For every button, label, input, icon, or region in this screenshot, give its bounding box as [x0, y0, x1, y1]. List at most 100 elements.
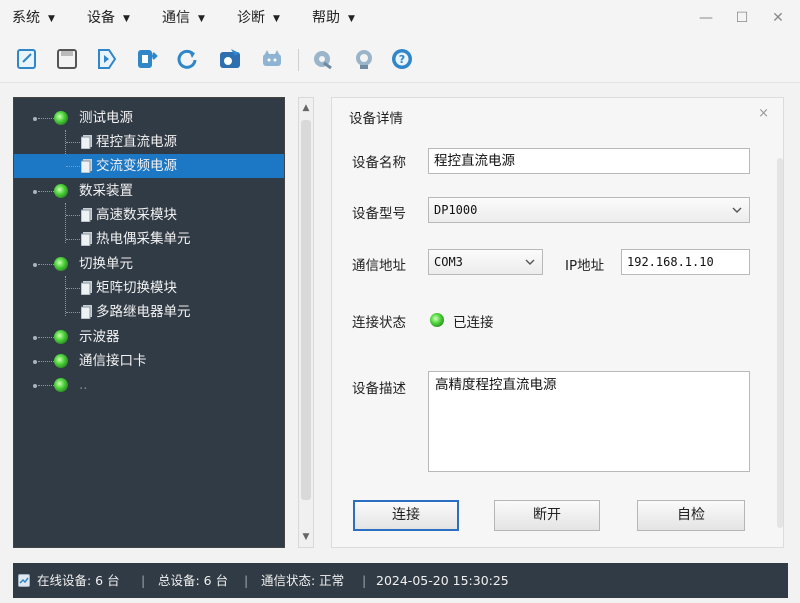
self-test-button[interactable]: 自检 [637, 500, 745, 531]
tree-connector [38, 118, 54, 119]
tree-bullet [33, 360, 37, 364]
close-window-button[interactable]: ✕ [768, 8, 788, 28]
menu-help-label: 帮助 [312, 10, 340, 26]
menu-device[interactable]: 设备 ▼ [87, 0, 130, 37]
svg-text:?: ? [399, 53, 405, 66]
tree-group-comm-card[interactable]: 通信接口卡 [14, 349, 284, 373]
ip-address-label: IP地址 [565, 258, 605, 274]
maximize-button[interactable]: ☐ [732, 8, 752, 28]
refresh-icon[interactable] [175, 47, 199, 71]
comm-address-label: 通信地址 [352, 258, 406, 274]
tree-connector [66, 215, 80, 216]
tree-node-label: 示波器 [79, 329, 120, 345]
minimize-button[interactable]: — [696, 8, 716, 28]
total-devices-count: 总设备: 6 台 [158, 573, 229, 588]
menu-bar: 系统 ▼ 设备 ▼ 通信 ▼ 诊断 ▼ 帮助 ▼ — ☐ ✕ [0, 0, 800, 37]
camera-icon[interactable] [218, 47, 242, 71]
settings-icon[interactable] [310, 47, 334, 71]
tree-node-label: 多路继电器单元 [96, 304, 191, 320]
tree-bullet [33, 336, 37, 340]
connect-button[interactable]: 连接 [353, 500, 459, 531]
device-detail-panel: 设备详情 × 设备名称 程控直流电源 设备型号 DP1000 通信地址 COM3… [331, 97, 784, 548]
toolbar-separator [298, 49, 299, 71]
tree-node-label: 数采装置 [79, 183, 133, 199]
chevron-down-icon: ▼ [48, 14, 55, 24]
device-model-select[interactable]: DP1000 [428, 197, 750, 223]
tree-connector [66, 288, 80, 289]
document-icon [81, 232, 92, 246]
tree-node-label: 矩阵切换模块 [96, 280, 177, 296]
status-led-icon [54, 111, 68, 125]
tree-item-highspeed-daq[interactable]: 高速数采模块 [14, 203, 284, 227]
device-description-textarea[interactable]: 高精度程控直流电源 [428, 371, 750, 472]
scroll-up-icon[interactable]: ▲ [299, 100, 313, 116]
online-devices-count: 在线设备: 6 台 [37, 573, 120, 588]
export-icon[interactable] [135, 47, 159, 71]
tree-node-label: 热电偶采集单元 [96, 231, 191, 247]
save-icon[interactable] [55, 47, 79, 71]
device-tree: 测试电源 程控直流电源 交流变频电源 数采装置 高速数采模块 热电偶采集单元 切… [13, 97, 285, 548]
menu-comm[interactable]: 通信 ▼ [162, 0, 205, 37]
tree-connector [38, 361, 54, 362]
device-name-label: 设备名称 [352, 155, 406, 171]
comm-port-value: COM3 [434, 255, 463, 269]
tree-group-oscilloscope[interactable]: 示波器 [14, 325, 284, 349]
tree-node-label: 高速数采模块 [96, 207, 177, 223]
menu-system[interactable]: 系统 ▼ [12, 0, 55, 37]
tree-connector [38, 264, 54, 265]
sync-icon[interactable] [352, 47, 376, 71]
connected-led-icon [430, 313, 444, 327]
panel-close-icon[interactable]: × [758, 106, 769, 121]
help-icon[interactable]: ? [390, 47, 414, 71]
tree-connector [66, 239, 80, 240]
status-separator: | [141, 573, 146, 588]
comm-status-text: 通信状态: 正常 [261, 573, 345, 588]
tree-bullet [33, 117, 37, 121]
chevron-down-icon: ▼ [198, 14, 205, 24]
tree-item-matrix-switch[interactable]: 矩阵切换模块 [14, 276, 284, 300]
document-icon [81, 208, 92, 222]
tree-group-daq[interactable]: 数采装置 [14, 179, 284, 203]
tree-scrollbar[interactable]: ▲ ▼ [298, 97, 314, 548]
tree-node-label: 通信接口卡 [79, 353, 147, 369]
status-led-icon [54, 330, 68, 344]
document-icon [81, 281, 92, 295]
status-timestamp: 2024-05-20 15:30:25 [376, 573, 509, 588]
new-icon[interactable] [15, 47, 39, 71]
menu-diagnose[interactable]: 诊断 ▼ [237, 0, 280, 37]
tree-node-label: .. [79, 377, 88, 393]
device-model-value: DP1000 [434, 203, 478, 217]
scrollbar-thumb[interactable] [301, 120, 311, 500]
document-icon [81, 135, 92, 149]
tree-group-switch[interactable]: 切换单元 [14, 252, 284, 276]
document-icon [81, 305, 92, 319]
tree-group-test-power[interactable]: 测试电源 [14, 106, 284, 130]
panel-scrollbar[interactable] [777, 158, 783, 528]
tree-bullet [33, 384, 37, 388]
chevron-down-icon: ▼ [273, 14, 280, 24]
tree-item-dc-power[interactable]: 程控直流电源 [14, 130, 284, 154]
device-icon[interactable] [260, 47, 284, 71]
run-icon[interactable] [95, 47, 119, 71]
tree-node-label: 测试电源 [79, 110, 133, 126]
menu-help[interactable]: 帮助 ▼ [312, 0, 355, 37]
panel-title: 设备详情 [349, 111, 403, 127]
tree-item-relay-unit[interactable]: 多路继电器单元 [14, 300, 284, 324]
menu-device-label: 设备 [87, 10, 115, 26]
scroll-down-icon[interactable]: ▼ [299, 529, 313, 545]
tree-group-more[interactable]: .. [14, 373, 284, 397]
status-bar: 在线设备: 6 台 | 总设备: 6 台 | 通信状态: 正常 | 2024-0… [13, 563, 788, 598]
device-name-field[interactable]: 程控直流电源 [428, 148, 750, 174]
ip-address-field[interactable]: 192.168.1.10 [621, 249, 750, 275]
status-led-icon [54, 257, 68, 271]
status-led-icon [54, 354, 68, 368]
device-description-label: 设备描述 [352, 381, 406, 397]
chevron-down-icon [525, 259, 535, 265]
comm-port-select[interactable]: COM3 [428, 249, 543, 275]
status-separator: | [362, 573, 367, 588]
tree-connector [66, 166, 80, 167]
disconnect-button[interactable]: 断开 [494, 500, 600, 531]
tree-connector [66, 142, 80, 143]
tree-item-thermocouple[interactable]: 热电偶采集单元 [14, 227, 284, 251]
tree-item-ac-power[interactable]: 交流变频电源 [14, 154, 284, 178]
